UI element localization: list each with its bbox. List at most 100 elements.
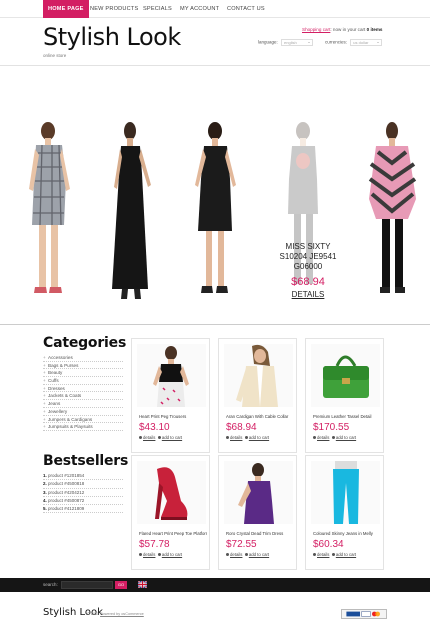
- cart-count: 0 items: [366, 27, 383, 32]
- bestsellers-list: 1. product #1201854 2. product #4500818 …: [43, 472, 123, 514]
- product-name[interactable]: Premium Leather Tassel Detail: [313, 414, 381, 419]
- product-actions: details add to cart: [139, 552, 182, 557]
- cart-text: : now in your cart: [330, 27, 366, 32]
- powered-by-link[interactable]: Powered by osCommerce: [100, 612, 144, 616]
- nav-new-products[interactable]: New Products: [90, 0, 138, 18]
- category-jumpsuits-playsuits[interactable]: Jumpsuits & Playsuits: [43, 423, 123, 431]
- add-to-cart-link[interactable]: add to cart: [162, 435, 182, 440]
- product-name[interactable]: Flared Heart Print Peep Toe Platform: [139, 531, 207, 536]
- currencies-label: currencies:: [325, 39, 348, 45]
- bestseller-rank: 1.: [43, 473, 47, 478]
- bestseller-rank: 5.: [43, 506, 47, 512]
- product-image-cardigan[interactable]: [224, 344, 293, 407]
- slider-product-overlay: MISS SIXTY S10204 JE9541 G06000 $68.94 D…: [278, 242, 338, 299]
- bestseller-item[interactable]: 2. product #4500818: [43, 480, 123, 489]
- details-link[interactable]: details: [317, 435, 329, 440]
- product-price: $57.78: [139, 539, 170, 550]
- slider-model-2[interactable]: [108, 119, 158, 304]
- details-icon: [139, 553, 142, 557]
- hero-slider: MISS SIXTY S10204 JE9541 G06000 $68.94 D…: [0, 66, 430, 324]
- slider-product-price: $68.94: [291, 276, 325, 288]
- cart-icon: [331, 553, 335, 557]
- details-link[interactable]: details: [143, 552, 155, 557]
- details-link[interactable]: details: [317, 552, 329, 557]
- product-price: $60.34: [313, 539, 344, 550]
- product-card: Coloured Skinny Jeans in Melly $60.34 de…: [305, 455, 384, 570]
- product-image-dress[interactable]: [224, 461, 293, 524]
- details-link[interactable]: details: [230, 552, 242, 557]
- nav-my-account[interactable]: My Account: [180, 0, 219, 18]
- product-card: Flared Heart Print Peep Toe Platform $57…: [131, 455, 210, 570]
- category-jewellery[interactable]: Jewellery: [43, 408, 123, 416]
- slider-details-link[interactable]: DETAILS: [278, 290, 338, 299]
- product-card: Premium Leather Tassel Detail $170.55 de…: [305, 338, 384, 453]
- search-input[interactable]: [61, 581, 113, 589]
- slider-model-5[interactable]: [368, 119, 418, 304]
- product-actions: details add to cart: [313, 552, 356, 557]
- category-jackets-coats[interactable]: Jackets & Coats: [43, 392, 123, 401]
- bestseller-item[interactable]: 5. product #4121809: [43, 505, 123, 514]
- product-name[interactable]: Aran Cardigan With Cable Collar: [226, 414, 294, 419]
- copyright-year: © 2011: [87, 612, 100, 616]
- category-accessories[interactable]: Accessories: [43, 354, 123, 362]
- payment-logos-icon: [341, 609, 387, 619]
- details-icon: [226, 553, 229, 557]
- category-jeans[interactable]: Jeans: [43, 400, 123, 408]
- details-link[interactable]: details: [230, 435, 242, 440]
- product-actions: details add to cart: [139, 435, 182, 440]
- category-bags-purses[interactable]: Bags & Purses: [43, 362, 123, 370]
- shopping-cart-link[interactable]: Shopping cart: [302, 27, 330, 32]
- bestseller-rank: 2.: [43, 481, 47, 487]
- product-price: $43.10: [139, 422, 170, 433]
- bestseller-name: product #4500872: [48, 497, 85, 503]
- cart-summary: Shopping cart: now in your cart 0 items: [302, 27, 382, 32]
- category-beauty[interactable]: Beauty: [43, 369, 123, 378]
- category-dresses[interactable]: Dresses: [43, 385, 123, 393]
- uk-flag-icon[interactable]: [138, 581, 147, 588]
- bestseller-item[interactable]: 1. product #1201854: [43, 472, 123, 481]
- currency-selector: currencies: us dollar: [325, 39, 383, 46]
- product-name[interactable]: Roro Crystal Dead Trim Dress: [226, 531, 294, 536]
- language-select[interactable]: english: [281, 39, 314, 46]
- product-image-jeans[interactable]: [311, 461, 380, 524]
- product-image-trousers[interactable]: [137, 344, 206, 407]
- cart-icon: [244, 553, 248, 557]
- nav-specials[interactable]: Specials: [143, 0, 172, 18]
- category-jumpers-cardigans[interactable]: Jumpers & Cardigans: [43, 416, 123, 424]
- add-to-cart-link[interactable]: add to cart: [249, 552, 269, 557]
- bestseller-name: product #4121809: [48, 506, 85, 512]
- slider-model-3[interactable]: [192, 119, 242, 304]
- bestseller-name: product #4204212: [48, 489, 85, 495]
- language-selector: language: english: [258, 39, 314, 46]
- bestseller-item[interactable]: 4. product #4500872: [43, 497, 123, 506]
- slider-model-1[interactable]: [26, 119, 76, 304]
- product-card: Roro Crystal Dead Trim Dress $72.55 deta…: [218, 455, 297, 570]
- currency-select[interactable]: us dollar: [350, 39, 383, 46]
- search-button[interactable]: GO: [115, 581, 127, 589]
- site-logo[interactable]: Stylish Look: [43, 22, 181, 52]
- bestseller-name: product #1201854: [48, 473, 85, 478]
- nav-home-page[interactable]: Home Page: [43, 0, 89, 18]
- bestseller-item[interactable]: 3. product #4204212: [43, 489, 123, 497]
- add-to-cart-link[interactable]: add to cart: [162, 552, 182, 557]
- details-icon: [226, 436, 229, 440]
- divider: [0, 324, 430, 325]
- product-image-shoe[interactable]: [137, 461, 206, 524]
- category-cuffs[interactable]: Cuffs: [43, 377, 123, 385]
- product-name[interactable]: Heart Print Peg Trousers: [139, 414, 207, 419]
- add-to-cart-link[interactable]: add to cart: [336, 435, 356, 440]
- product-actions: details add to cart: [226, 435, 269, 440]
- details-icon: [313, 553, 316, 557]
- add-to-cart-link[interactable]: add to cart: [249, 435, 269, 440]
- product-actions: details add to cart: [313, 435, 356, 440]
- cart-icon: [244, 436, 248, 440]
- details-link[interactable]: details: [143, 435, 155, 440]
- product-name[interactable]: Coloured Skinny Jeans in Melly: [313, 531, 381, 536]
- cart-icon: [157, 553, 161, 557]
- footer-bar: search: GO: [0, 578, 430, 592]
- categories-list: Accessories Bags & Purses Beauty Cuffs D…: [43, 354, 123, 431]
- add-to-cart-link[interactable]: add to cart: [336, 552, 356, 557]
- site-tagline: online store: [43, 53, 67, 58]
- nav-contact-us[interactable]: Contact Us: [227, 0, 265, 18]
- product-image-bag[interactable]: [311, 344, 380, 407]
